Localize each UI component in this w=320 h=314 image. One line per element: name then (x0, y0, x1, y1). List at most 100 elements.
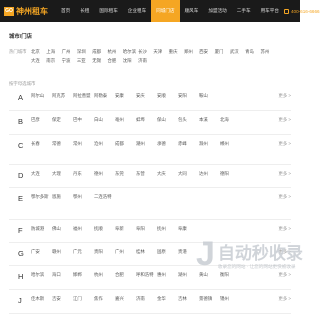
city-link[interactable]: 保山 (157, 117, 178, 126)
city-link[interactable]: 鄂尔多斯 (31, 194, 52, 203)
logo[interactable]: GO 神州租车 (4, 6, 48, 17)
hot-city-link[interactable]: 广州 (62, 49, 77, 58)
city-link[interactable]: 广元 (73, 249, 94, 258)
hot-city-link[interactable]: 宁波 (62, 58, 77, 67)
city-link[interactable]: 本溪 (199, 117, 220, 126)
more-link[interactable]: 更多 > (278, 226, 291, 232)
city-link[interactable]: 安庆 (136, 93, 157, 102)
city-link[interactable]: 济南 (136, 296, 157, 305)
nav-item[interactable]: 长租 (75, 0, 94, 22)
hot-city-link[interactable]: 郑州 (184, 49, 199, 58)
hot-city-link[interactable]: 青岛 (245, 49, 260, 58)
nav-item[interactable]: 国际租车 (94, 0, 122, 22)
hot-city-link[interactable]: 济南 (138, 58, 153, 67)
city-link[interactable]: 亳州 (115, 117, 136, 126)
city-link[interactable]: 东莞 (115, 171, 136, 180)
city-link[interactable]: 大庆 (157, 171, 178, 180)
city-link[interactable]: 阜康 (178, 226, 199, 235)
hot-city-link[interactable]: 长沙 (138, 49, 153, 58)
city-link[interactable]: 北海 (220, 117, 241, 126)
more-link[interactable]: 更多 > (278, 194, 291, 200)
city-link[interactable]: 阜新 (115, 226, 136, 235)
city-link[interactable]: 合肥 (115, 272, 136, 281)
more-link[interactable]: 更多 > (278, 141, 291, 147)
hot-city-link[interactable]: 天津 (153, 49, 168, 58)
city-link[interactable]: 邯郸 (73, 272, 94, 281)
nav-item[interactable]: 加盟活动 (203, 0, 231, 22)
city-link[interactable]: 长春 (31, 141, 52, 150)
city-link[interactable]: 赣州 (52, 249, 73, 258)
city-link[interactable]: 成都 (115, 141, 136, 150)
city-link[interactable]: 滁州 (199, 141, 220, 150)
city-link[interactable]: 焦作 (94, 296, 115, 305)
city-link[interactable]: 阿勒泰 (94, 93, 115, 102)
city-link[interactable]: 佛山 (52, 226, 73, 235)
nav-item[interactable]: 二手车 (232, 0, 256, 22)
city-link[interactable]: 大理 (52, 171, 73, 180)
hot-city-link[interactable]: 上海 (46, 49, 61, 58)
city-link[interactable]: 呼和浩特 (136, 272, 157, 281)
city-link[interactable]: 江门 (73, 296, 94, 305)
hot-city-link[interactable]: 武汉 (230, 49, 245, 58)
hot-city-link[interactable]: 大连 (31, 58, 46, 67)
hot-city-link[interactable]: 杭州 (107, 49, 122, 58)
city-link[interactable]: 抚顺 (94, 226, 115, 235)
city-link[interactable]: 黄山 (199, 272, 220, 281)
city-link[interactable]: 贵阳 (94, 249, 115, 258)
hot-city-link[interactable]: 哈尔滨 (123, 49, 138, 58)
city-link[interactable]: 郴州 (220, 141, 241, 150)
city-link[interactable]: 阿尔山 (31, 93, 52, 102)
hot-city-link[interactable]: 南京 (46, 58, 61, 67)
more-link[interactable]: 更多 > (278, 272, 291, 278)
hot-city-link[interactable]: 沈阳 (123, 58, 138, 67)
city-link[interactable]: 安顺 (157, 93, 178, 102)
city-link[interactable]: 蚌埠 (136, 117, 157, 126)
city-link[interactable]: 锦州 (220, 296, 241, 305)
city-link[interactable]: 嘉兴 (115, 296, 136, 305)
city-link[interactable]: 大同 (178, 171, 199, 180)
city-link[interactable]: 鞍山 (199, 93, 220, 102)
city-link[interactable]: 白山 (94, 117, 115, 126)
city-link[interactable]: 德阳 (220, 171, 241, 180)
city-link[interactable]: 阿克苏 (52, 93, 73, 102)
hot-city-link[interactable]: 深圳 (77, 49, 92, 58)
city-link[interactable]: 达州 (199, 171, 220, 180)
city-link[interactable]: 包头 (178, 117, 199, 126)
city-link[interactable]: 佳木斯 (31, 296, 52, 305)
city-link[interactable]: 赤峰 (178, 141, 199, 150)
city-link[interactable]: 抚州 (157, 226, 178, 235)
city-link[interactable]: 吉安 (52, 296, 73, 305)
city-link[interactable]: 安阳 (178, 93, 199, 102)
hot-city-link[interactable]: 无锡 (92, 58, 107, 67)
city-link[interactable]: 固原 (157, 249, 178, 258)
city-link[interactable]: 大连 (31, 171, 52, 180)
city-link[interactable]: 丹东 (73, 171, 94, 180)
hot-city-link[interactable]: 厦门 (215, 49, 230, 58)
city-link[interactable]: 桂林 (136, 249, 157, 258)
city-link[interactable]: 景德镇 (199, 296, 220, 305)
hotline[interactable]: 400-616-6666 (283, 8, 320, 14)
city-link[interactable]: 恩施 (52, 194, 73, 203)
more-link[interactable]: 更多 > (278, 117, 291, 123)
more-link[interactable]: 更多 > (278, 171, 291, 177)
nav-item[interactable]: 顺风车 (180, 0, 204, 22)
hot-city-link[interactable]: 西安 (199, 49, 214, 58)
city-link[interactable]: 金华 (157, 296, 178, 305)
more-link[interactable]: 更多 > (278, 93, 291, 99)
nav-item[interactable]: 首页 (56, 0, 75, 22)
city-link[interactable]: 安康 (115, 93, 136, 102)
hot-city-link[interactable]: 北京 (31, 49, 46, 58)
city-link[interactable]: 海口 (52, 272, 73, 281)
city-link[interactable]: 常州 (73, 141, 94, 150)
city-link[interactable]: 巴中 (73, 117, 94, 126)
city-link[interactable]: 哈尔滨 (31, 272, 52, 281)
city-link[interactable]: 惠州 (157, 272, 178, 281)
city-link[interactable]: 鄂州 (73, 194, 94, 203)
city-link[interactable]: 二连浩特 (94, 194, 115, 203)
city-link[interactable]: 承德 (157, 141, 178, 150)
nav-item[interactable]: 用车平台 (256, 0, 284, 22)
hot-city-link[interactable]: 苏州 (260, 49, 275, 58)
city-link[interactable]: 广州 (115, 249, 136, 258)
city-link[interactable]: 潮州 (136, 141, 157, 150)
city-link[interactable]: 东营 (136, 171, 157, 180)
